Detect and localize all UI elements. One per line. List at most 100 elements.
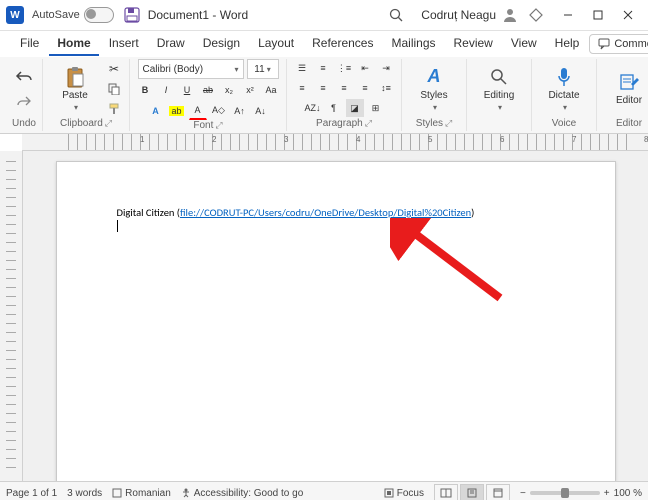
align-right-button[interactable]: ≡ [335, 79, 353, 97]
styles-group: A Styles ▾ Styles⤢ [402, 59, 467, 131]
show-marks-button[interactable]: ¶ [325, 99, 343, 117]
tab-references[interactable]: References [304, 32, 381, 56]
multilevel-list-button[interactable]: ⋮≡ [335, 59, 353, 77]
shrink-font-button[interactable]: A↓ [252, 102, 270, 120]
numbering-button[interactable]: ≡ [314, 59, 332, 77]
document-page[interactable]: Digital Citizen (file://CODRUT-PC/Users/… [56, 161, 616, 481]
highlight-button[interactable]: ab [168, 102, 186, 120]
accessibility-status[interactable]: Accessibility: Good to go [181, 488, 304, 499]
horizontal-ruler[interactable]: 12345678910111213 [22, 134, 648, 151]
word-app-icon: W [6, 6, 24, 24]
tab-insert[interactable]: Insert [101, 32, 147, 56]
undo-button[interactable] [12, 66, 36, 88]
search-icon[interactable] [389, 8, 403, 22]
tab-mailings[interactable]: Mailings [383, 32, 443, 56]
font-color-button[interactable]: A [189, 101, 207, 120]
shading-button[interactable]: ◪ [346, 99, 364, 117]
autosave-toggle[interactable] [84, 7, 114, 23]
maximize-button[interactable] [584, 3, 612, 27]
tab-view[interactable]: View [503, 32, 545, 56]
page-scroll[interactable]: Digital Citizen (file://CODRUT-PC/Users/… [23, 151, 648, 481]
tab-layout[interactable]: Layout [250, 32, 302, 56]
zoom-level[interactable]: 100 % [614, 488, 642, 499]
zoom-slider[interactable] [530, 491, 600, 495]
italic-button[interactable]: I [157, 81, 175, 99]
document-body[interactable]: Digital Citizen (file://CODRUT-PC/Users/… [117, 206, 555, 232]
styles-icon: A [423, 66, 445, 88]
tab-help[interactable]: Help [547, 32, 588, 56]
focus-mode-button[interactable]: Focus [384, 488, 424, 499]
clipboard-group: Paste ▾ Clipboard⤢ [43, 59, 130, 131]
text-run: Digital Citizen ( [117, 206, 181, 219]
bold-button[interactable]: B [136, 81, 154, 99]
sort-button[interactable]: AZ↓ [304, 99, 322, 117]
ribbon-tabs: FileHomeInsertDrawDesignLayoutReferences… [0, 31, 648, 57]
web-layout-button[interactable] [486, 484, 510, 500]
strikethrough-button[interactable]: ab [199, 81, 217, 99]
grow-font-button[interactable]: A↑ [231, 102, 249, 120]
read-mode-button[interactable] [434, 484, 458, 500]
language-icon [112, 488, 122, 498]
diamond-icon[interactable] [528, 7, 544, 23]
zoom-control[interactable]: − + 100 % [520, 488, 642, 499]
font-group: Calibri (Body)▾ 11▾ B I U ab x₂ x² Aa A … [130, 59, 287, 131]
title-bar: W AutoSave Document1 - Word Codruț Neagu [0, 0, 648, 31]
tab-home[interactable]: Home [49, 32, 98, 56]
paste-button[interactable]: Paste ▾ [49, 64, 101, 114]
dialog-launcher-icon[interactable]: ⤢ [105, 118, 112, 129]
close-button[interactable] [614, 3, 642, 27]
justify-button[interactable]: ≡ [356, 79, 374, 97]
bullets-button[interactable]: ☰ [293, 59, 311, 77]
print-layout-button[interactable] [460, 484, 484, 500]
format-painter-button[interactable] [105, 100, 123, 118]
vertical-ruler[interactable] [0, 151, 23, 481]
decrease-indent-button[interactable]: ⇤ [356, 59, 374, 77]
page-indicator[interactable]: Page 1 of 1 [6, 488, 57, 499]
paragraph-group: ☰ ≡ ⋮≡ ⇤ ⇥ ≡ ≡ ≡ ≡ ↕≡ AZ↓ ¶ ◪ ⊞ Paragrap… [287, 59, 402, 131]
comment-icon [598, 38, 610, 50]
editor-group: Editor Editor [597, 59, 648, 131]
chevron-down-icon: ▾ [74, 103, 78, 112]
save-icon[interactable] [124, 7, 140, 23]
zoom-out-button[interactable]: − [520, 488, 526, 499]
user-account[interactable]: Codruț Neagu [421, 7, 518, 23]
comments-button[interactable]: Comments ▾ [589, 34, 648, 54]
text-effects-button[interactable]: A [147, 102, 165, 120]
text-cursor [117, 220, 118, 232]
tab-design[interactable]: Design [195, 32, 248, 56]
hyperlink[interactable]: file://CODRUT-PC/Users/codru/OneDrive/De… [180, 206, 471, 219]
font-family-select[interactable]: Calibri (Body)▾ [138, 59, 244, 79]
styles-button[interactable]: A Styles ▾ [408, 64, 460, 114]
dialog-launcher-icon[interactable]: ⤢ [215, 120, 222, 131]
superscript-button[interactable]: x² [241, 81, 259, 99]
focus-icon [384, 488, 394, 498]
copy-button[interactable] [105, 80, 123, 98]
tab-file[interactable]: File [12, 32, 47, 56]
align-left-button[interactable]: ≡ [293, 79, 311, 97]
editing-button[interactable]: Editing ▾ [473, 64, 525, 114]
voice-group: Dictate ▾ Voice [532, 59, 597, 131]
microphone-icon [553, 66, 575, 88]
editor-button[interactable]: Editor [603, 69, 648, 108]
dialog-launcher-icon[interactable]: ⤢ [365, 118, 372, 129]
minimize-button[interactable] [554, 3, 582, 27]
clear-format-button[interactable]: A◇ [210, 102, 228, 120]
borders-button[interactable]: ⊞ [367, 99, 385, 117]
cut-button[interactable] [105, 60, 123, 78]
align-center-button[interactable]: ≡ [314, 79, 332, 97]
editing-group: Editing ▾ . [467, 59, 532, 131]
language-indicator[interactable]: Romanian [112, 488, 171, 499]
underline-button[interactable]: U [178, 81, 196, 99]
change-case-button[interactable]: Aa [262, 81, 280, 99]
font-size-select[interactable]: 11▾ [247, 59, 279, 79]
tab-review[interactable]: Review [446, 32, 501, 56]
increase-indent-button[interactable]: ⇥ [377, 59, 395, 77]
word-count[interactable]: 3 words [67, 488, 102, 499]
line-spacing-button[interactable]: ↕≡ [377, 79, 395, 97]
redo-button[interactable] [12, 90, 36, 112]
tab-draw[interactable]: Draw [149, 32, 193, 56]
undo-group: Undo [6, 59, 43, 131]
zoom-in-button[interactable]: + [604, 488, 610, 499]
subscript-button[interactable]: x₂ [220, 81, 238, 99]
dictate-button[interactable]: Dictate ▾ [538, 64, 590, 114]
